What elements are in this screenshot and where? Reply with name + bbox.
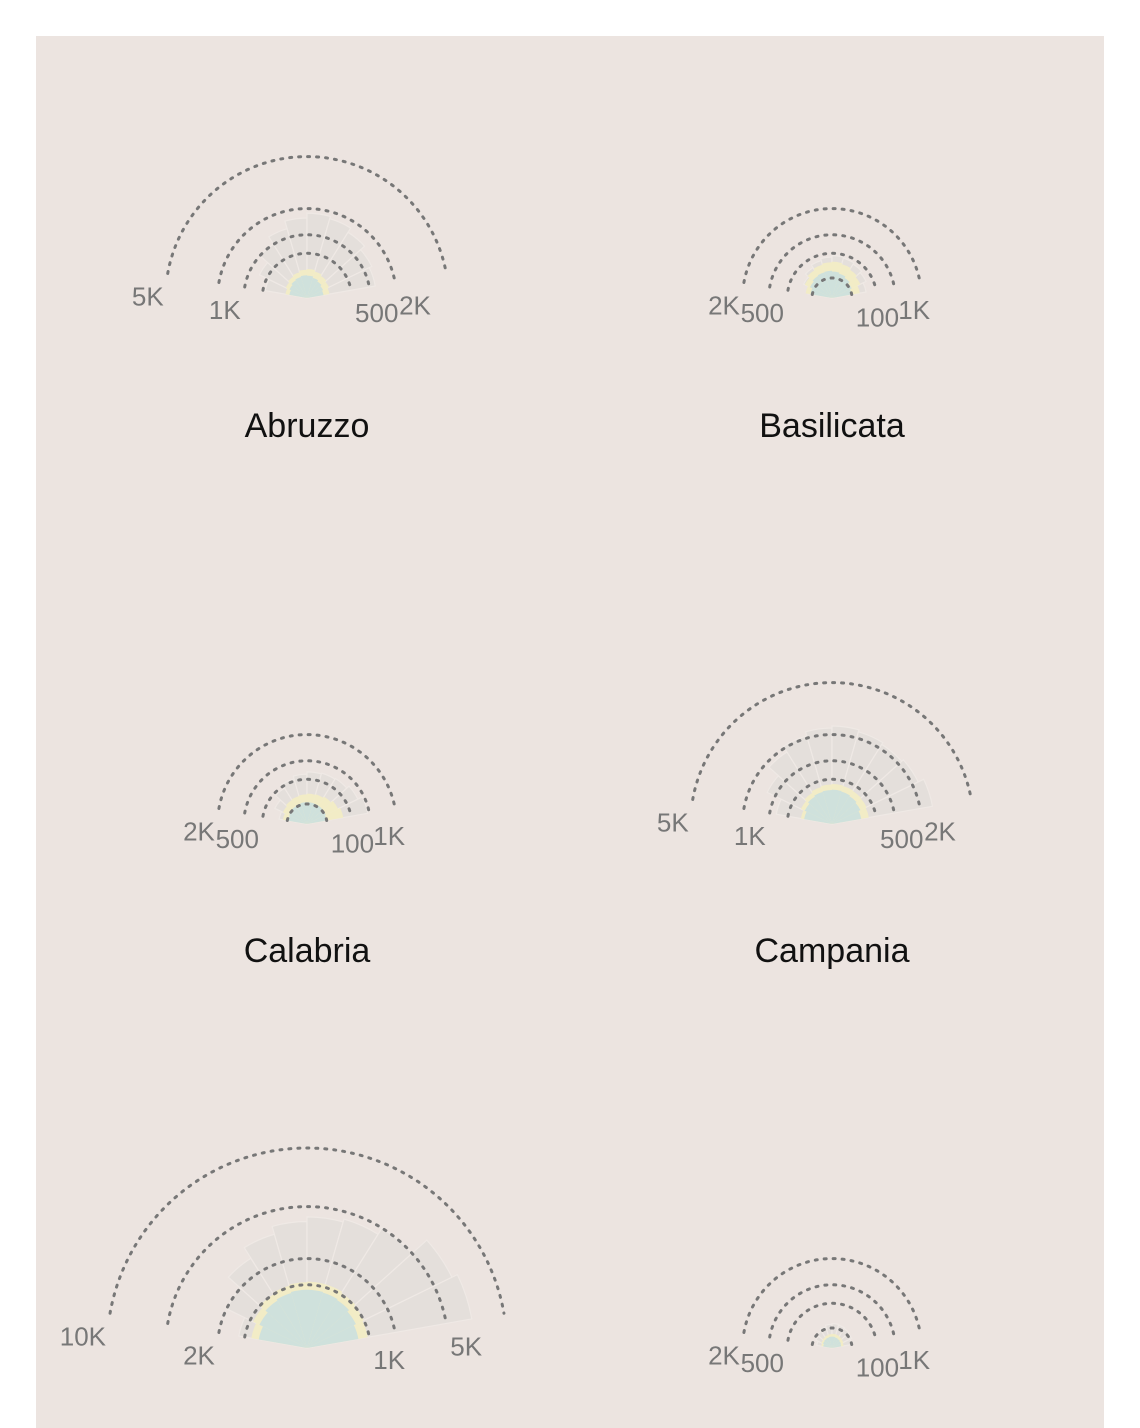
ring-tick-label: 1K — [734, 821, 766, 851]
ring-tick-label: 1K — [898, 1345, 930, 1375]
ring-tick-label: 2K — [183, 1340, 215, 1370]
reference-ring — [742, 1257, 922, 1334]
ring-tick-label: 5K — [657, 807, 689, 837]
ring-tick-label: 2K — [708, 290, 740, 320]
ring-tick-label: 500 — [216, 824, 259, 854]
ring-tick-label: 5K — [450, 1331, 482, 1361]
radial-chart-0: 5K 1K 500 2K Abruzzo — [132, 155, 448, 445]
ring-tick-label: 1K — [209, 295, 241, 325]
ring-tick-label: 1K — [373, 1345, 405, 1375]
small-multiples-panel: 5K 1K 500 2K Abruzzo 2K 500 100 1K Basilicata 2K 50… — [36, 36, 1104, 1428]
chart-title: Basilicata — [759, 407, 905, 445]
chart-title: Calabria — [244, 932, 371, 970]
ring-tick-label: 2K — [183, 816, 215, 846]
ring-tick-label: 2K — [924, 816, 956, 846]
ring-tick-label: 500 — [741, 1348, 784, 1378]
ring-tick-label: 5K — [132, 281, 164, 311]
ring-tick-label: 1K — [373, 821, 405, 851]
ring-tick-label: 100 — [331, 829, 374, 859]
ring-tick-label: 100 — [856, 1353, 899, 1383]
chart-title: Abruzzo — [245, 407, 370, 445]
chart-title: Campania — [755, 932, 910, 970]
radial-charts-svg: 5K 1K 500 2KAbruzzo2K 500 100 1KBasilicata2K 50… — [60, 155, 973, 1383]
radial-chart-5: 2K 500 100 1K — [708, 1257, 931, 1383]
ring-tick-label: 1K — [898, 295, 930, 325]
ring-tick-label: 2K — [708, 1340, 740, 1370]
ring-tick-label: 2K — [399, 290, 431, 320]
radial-chart-3: 5K 1K 500 2K Campania — [657, 681, 973, 970]
ring-tick-label: 500 — [355, 298, 398, 328]
ring-tick-label: 100 — [856, 303, 899, 333]
ring-tick-label: 10K — [60, 1321, 107, 1351]
ring-tick-label: 500 — [741, 298, 784, 328]
radial-chart-1: 2K 500 100 1K Basilicata — [708, 207, 931, 445]
ring-tick-label: 500 — [880, 824, 923, 854]
radial-chart-4: 10K 2K 1K 5K — [60, 1146, 506, 1375]
radial-chart-2: 2K 500 100 1K Calabria — [183, 733, 406, 970]
